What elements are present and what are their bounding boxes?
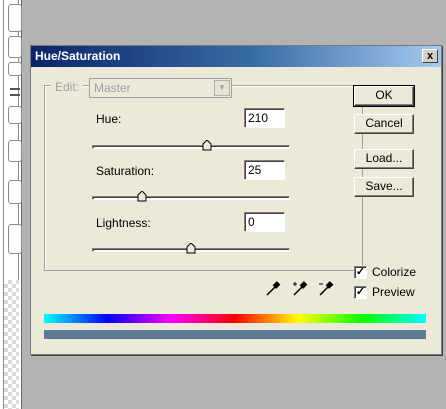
edit-dropdown-value: Master bbox=[94, 81, 131, 95]
load-button[interactable]: Load... bbox=[354, 149, 414, 169]
canvas-strip bbox=[0, 0, 22, 409]
layer-thumbnail[interactable] bbox=[8, 106, 22, 124]
lightness-slider-thumb[interactable] bbox=[186, 243, 196, 254]
close-icon: x bbox=[426, 50, 434, 62]
edit-dropdown[interactable]: Master ▼ bbox=[89, 78, 232, 98]
chevron-down-icon[interactable]: ▼ bbox=[214, 80, 230, 96]
lightness-input[interactable] bbox=[244, 212, 285, 232]
layer-thumbnail[interactable] bbox=[8, 140, 22, 162]
eyedropper-minus-icon[interactable] bbox=[317, 280, 335, 298]
saturation-label: Saturation: bbox=[96, 164, 155, 178]
layer-thumbnail[interactable] bbox=[8, 36, 22, 58]
layer-thumbnail[interactable] bbox=[8, 62, 22, 76]
save-button[interactable]: Save... bbox=[354, 177, 414, 197]
eyedropper-icon[interactable] bbox=[264, 280, 282, 298]
eyedropper-plus-icon[interactable] bbox=[291, 280, 309, 298]
adjustment-group bbox=[44, 85, 363, 271]
saturation-input[interactable] bbox=[244, 160, 285, 180]
layer-thumbnail[interactable] bbox=[8, 180, 22, 204]
preview-label: Preview bbox=[372, 285, 415, 299]
saturation-slider-thumb[interactable] bbox=[137, 191, 147, 202]
hue-saturation-dialog: Hue/Saturation x Edit: Master ▼ Hue: Sat… bbox=[30, 45, 442, 355]
layer-thumbnail[interactable] bbox=[8, 224, 22, 254]
transparency-checkerboard bbox=[3, 280, 19, 409]
lightness-label: Lightness: bbox=[96, 216, 151, 230]
saturation-slider-track[interactable] bbox=[92, 196, 290, 200]
colorize-label: Colorize bbox=[372, 265, 417, 279]
ok-button[interactable]: OK bbox=[353, 85, 415, 107]
input-hue-spectrum bbox=[44, 314, 426, 323]
hue-input[interactable] bbox=[244, 108, 285, 128]
edit-label: Edit: bbox=[51, 80, 84, 94]
layer-strip bbox=[3, 0, 22, 280]
cancel-button[interactable]: Cancel bbox=[354, 114, 414, 134]
close-button[interactable]: x bbox=[422, 49, 438, 63]
hue-slider-track[interactable] bbox=[92, 145, 290, 149]
dialog-title: Hue/Saturation bbox=[35, 49, 121, 63]
menu-lines-icon[interactable] bbox=[10, 88, 20, 96]
hue-slider-thumb[interactable] bbox=[202, 140, 212, 151]
layer-thumbnail[interactable] bbox=[8, 4, 22, 32]
colorize-checkbox[interactable]: ✓ bbox=[354, 266, 367, 279]
preview-checkbox[interactable]: ✓ bbox=[354, 286, 367, 299]
hue-label: Hue: bbox=[96, 112, 122, 126]
output-color-bar bbox=[44, 330, 426, 339]
dialog-titlebar[interactable]: Hue/Saturation x bbox=[31, 46, 441, 67]
